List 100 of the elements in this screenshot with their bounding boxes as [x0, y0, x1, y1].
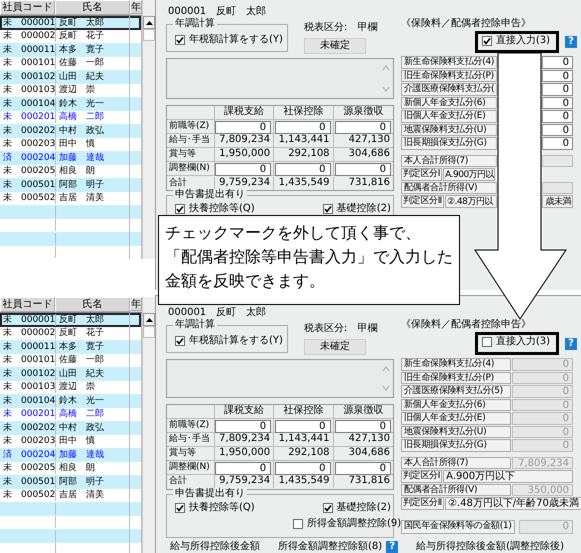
scroll-thumb[interactable]	[143, 29, 155, 41]
field-label: 介護医療保険料支払分(	[401, 83, 497, 96]
checkbox[interactable]: 基礎控除(2)	[322, 203, 391, 215]
input-field[interactable]: 0	[542, 110, 573, 122]
input-field[interactable]: 0	[335, 420, 391, 433]
input-field[interactable]: 0	[215, 462, 272, 475]
caret-up-icon	[146, 318, 152, 322]
checkmark-icon	[176, 205, 184, 213]
help-button[interactable]: ?	[565, 36, 577, 48]
table-cell: 7,809,234	[214, 134, 274, 147]
memo-area[interactable]	[166, 359, 394, 398]
field-value: ②.48万円以下/年齢70歳未満	[448, 498, 579, 508]
checkmark-icon	[324, 504, 332, 512]
table-cell: 1,143,441	[274, 432, 334, 446]
input-field[interactable]: 0	[542, 124, 573, 136]
table-cell: 鈴木 光一	[55, 98, 130, 110]
row-label: 賞与等	[167, 148, 215, 161]
column-header[interactable]: 社員コード	[0, 297, 55, 312]
field-label: 所得金額調整控除額(8)	[278, 541, 382, 553]
list-row[interactable]: 未 000202 中村 政弘	[0, 421, 142, 434]
tax-table-label: 税表区分: 甲欄	[304, 323, 378, 335]
scroll-down-icon[interactable]	[382, 384, 390, 391]
table-cell-text: 未 000202	[2, 422, 55, 434]
list-row[interactable]: 未 000102 山田 紀夫	[0, 70, 142, 84]
list-row[interactable]: 未 000102 山田 紀夫	[0, 367, 142, 380]
input-field[interactable]: 0	[542, 70, 573, 82]
list-row[interactable]: 未 000501 阿部 明子	[0, 475, 142, 488]
field-label: 地震保険料支払分(U)	[401, 426, 511, 438]
table-cell-text: 304,686	[348, 148, 392, 161]
list-row[interactable]: 未 000104 鈴木 光一	[0, 394, 142, 408]
table-cell-text: 未 000104	[2, 98, 55, 110]
table-cell-text: 未 000103	[2, 381, 55, 394]
status-field: 未確定	[304, 38, 366, 54]
scroll-thumb[interactable]	[143, 326, 155, 338]
input-field[interactable]: 0	[215, 121, 272, 134]
column-header: 社保控除	[274, 106, 334, 119]
list-row[interactable]: 未 000011 本多 寛子	[0, 340, 142, 354]
input-field[interactable]: 0	[274, 420, 331, 433]
checkbox[interactable]: 所得金額調整控除(9)	[293, 518, 402, 530]
callout-text: 「配偶者控除等申告書入力」で入力した	[165, 246, 453, 268]
group-title: 年調計算	[173, 319, 217, 331]
employee-title: 000001 反町 太郎	[168, 6, 268, 18]
column-header[interactable]: 氏名	[55, 0, 130, 15]
input-field[interactable]: 0	[215, 163, 272, 176]
input-field[interactable]: 0	[274, 462, 331, 475]
field-label: 判定区分Ⅰ	[401, 470, 442, 482]
scroll-up-icon[interactable]	[382, 65, 390, 71]
list-row[interactable]: 未 000104 鈴木 光一	[0, 97, 142, 110]
table-cell-text: 未 000502	[2, 192, 55, 204]
list-row[interactable]: 未 000001 反町 太郎	[0, 16, 142, 30]
list-row[interactable]: 未 000011 本多 寛子	[0, 43, 142, 56]
checkbox[interactable]: 直接入力(3)	[482, 35, 550, 47]
input-field[interactable]: 0	[335, 462, 391, 475]
help-button[interactable]: ?	[565, 338, 577, 350]
input-field: 350,000	[512, 484, 573, 496]
checkmark-icon	[176, 36, 184, 44]
callout-text: チェックマークを外して頂く事で、	[165, 222, 421, 244]
input-field[interactable]: 0	[215, 420, 272, 433]
table-cell-text: 未 000001	[2, 314, 55, 326]
scrollbar[interactable]	[142, 297, 155, 553]
list-row[interactable]: 済 000204 加藤 達哉	[0, 448, 142, 462]
row-label: 給与･手当	[167, 134, 215, 147]
table-cell-text: 304,686	[348, 446, 392, 460]
scrollbar[interactable]	[142, 0, 155, 259]
input-field[interactable]: 0	[542, 137, 573, 150]
scroll-up-button[interactable]	[143, 16, 155, 29]
checkbox[interactable]: 基礎控除(2)	[322, 502, 391, 514]
column-header[interactable]: 社員コード	[0, 0, 55, 15]
memo-area[interactable]	[166, 58, 394, 99]
field-label: 本人合計所得(7)	[401, 456, 511, 469]
input-field[interactable]: 0	[274, 163, 331, 176]
column-header[interactable]: 氏名	[55, 297, 130, 312]
checkbox[interactable]: 年税額計算をする(Y)	[175, 34, 283, 46]
scroll-up-button[interactable]	[143, 313, 155, 326]
column-header[interactable]: 年	[130, 297, 142, 310]
table-cell: 292,108	[274, 446, 334, 460]
scroll-down-icon[interactable]	[382, 86, 390, 92]
input-field[interactable]: 0	[542, 96, 573, 109]
table-cell-text: 未 000201	[2, 408, 55, 420]
input-field[interactable]: 0	[542, 83, 573, 96]
input-field[interactable]: 0	[335, 121, 391, 134]
input-field[interactable]: 0	[542, 56, 573, 68]
table-cell: 高橋 二郎	[55, 111, 130, 124]
list-row[interactable]: 未 000001 反町 太郎	[0, 313, 142, 326]
table-cell: 反町 太郎	[55, 16, 130, 29]
checkbox[interactable]: 扶養控除等(Q)	[175, 502, 255, 514]
input-field[interactable]: 0	[335, 163, 391, 176]
input-field[interactable]: 0	[274, 121, 331, 134]
scroll-up-icon[interactable]	[382, 366, 390, 372]
checkbox[interactable]: 年税額計算をする(Y)	[175, 335, 283, 347]
list-row[interactable]: 済 000204 加藤 達哉	[0, 151, 142, 164]
column-header[interactable]: 年	[130, 0, 142, 14]
row-label: 賞与等	[167, 446, 215, 460]
checkbox[interactable]: 直接入力(3)	[482, 336, 550, 348]
table-cell-text: 427,130	[348, 134, 392, 147]
help-button[interactable]: ?	[386, 541, 398, 553]
list-row[interactable]: 未 000202 中村 政弘	[0, 124, 142, 138]
list-row[interactable]: 未 000501 阿部 明子	[0, 178, 142, 192]
group-title: 年調計算	[173, 18, 217, 30]
checkbox[interactable]: 扶養控除等(Q)	[175, 203, 255, 215]
